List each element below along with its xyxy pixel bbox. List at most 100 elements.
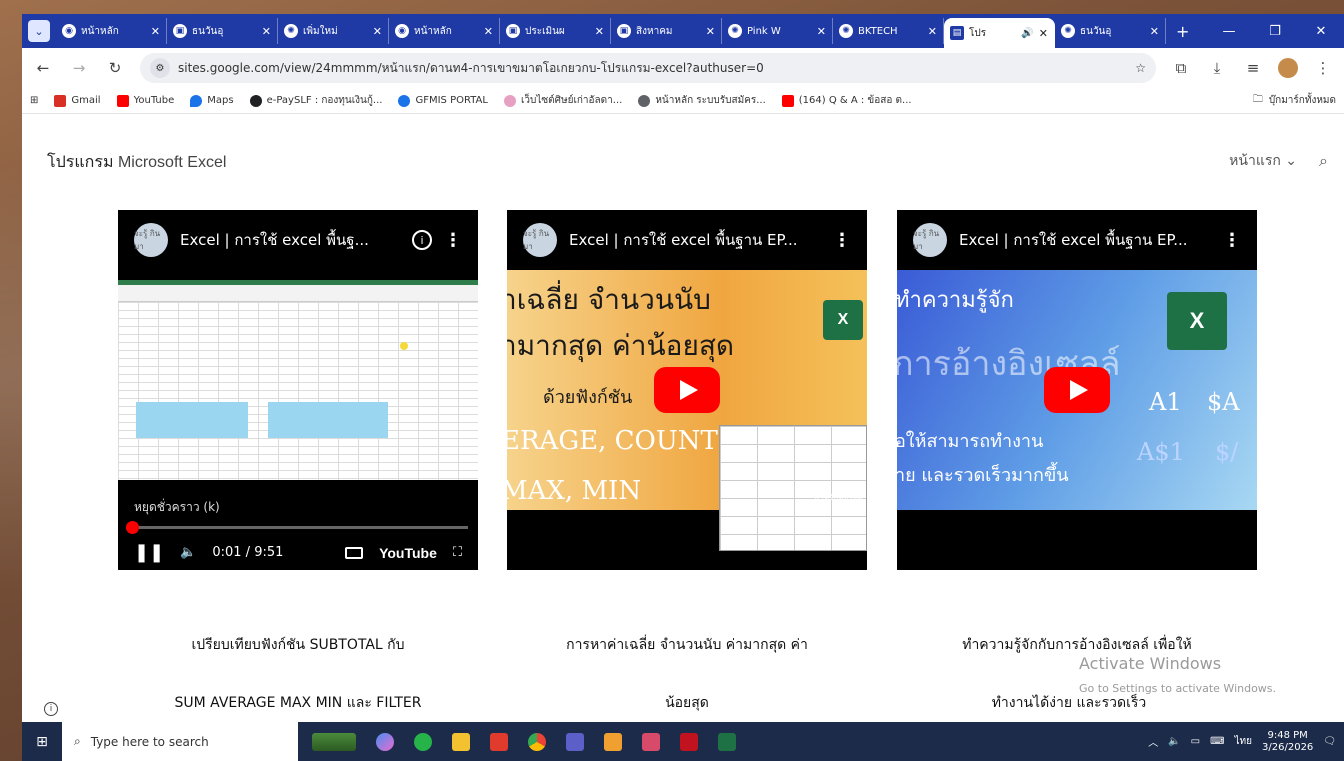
all-bookmarks-folder[interactable]: 🗀 บุ๊กมาร์กทั้งหมด (1253, 92, 1336, 109)
progress-bar[interactable] (128, 526, 468, 529)
url-text[interactable]: sites.google.com/view/24mmmm/หน้าแรก/ดาน… (178, 59, 1127, 78)
search-icon[interactable]: ⌕ (1319, 151, 1328, 171)
chat-icon[interactable] (414, 732, 432, 751)
tab-2[interactable]: ▣ ธนวันอุ ✕ (167, 18, 278, 44)
tab-9-active[interactable]: ▤ โปร 🔊 ✕ (944, 18, 1055, 48)
bookmark-maps[interactable]: Maps (190, 94, 234, 107)
volume-icon[interactable]: 🔈 (1168, 736, 1180, 747)
close-icon[interactable]: ✕ (484, 25, 493, 38)
bookmark-registration[interactable]: หน้าหลัก ระบบรับสมัคร... (638, 93, 766, 108)
download-icon[interactable]: ⤓ (1206, 59, 1228, 77)
network-icon[interactable]: ▭ (1191, 736, 1200, 747)
nav-home[interactable]: หน้าแรก ⌄ (1229, 150, 1297, 172)
caption-2-line-2: น้อยสุด (665, 695, 709, 711)
close-icon[interactable]: ✕ (151, 25, 160, 38)
close-icon[interactable]: ✕ (1039, 27, 1048, 40)
tab-1[interactable]: ◉ หน้าหลัก ✕ (56, 18, 167, 44)
bookmark-gfmis[interactable]: GFMIS PORTAL (398, 94, 488, 107)
app-icon[interactable] (642, 732, 660, 751)
app-icon[interactable] (604, 732, 622, 751)
clock[interactable]: 9:48 PM 3/26/2026 (1262, 730, 1313, 754)
taskbar-search[interactable]: ⌕ Type here to search (62, 722, 298, 761)
copilot-icon[interactable] (376, 732, 394, 751)
notification-icon[interactable]: 🗨 (1323, 736, 1336, 747)
video-title[interactable]: Excel | การใช้ excel พื้นฐาน EP... (959, 228, 1211, 252)
globe-icon: ◉ (62, 24, 76, 38)
tab-3[interactable]: ✺ เพิ่มใหม่ ✕ (278, 18, 389, 44)
close-icon[interactable]: ✕ (1150, 25, 1159, 38)
close-icon[interactable]: ✕ (262, 25, 271, 38)
apps-grid-icon[interactable]: ⊞ (30, 95, 38, 106)
tab-label: หน้าหลัก (414, 25, 452, 37)
forward-icon[interactable]: → (68, 59, 90, 77)
bookmark-qa[interactable]: (164) Q & A : ข้อสอ ต... (781, 93, 912, 108)
info-icon[interactable]: i (44, 702, 58, 716)
bookmark-alumni[interactable]: เว็บไซต์ศิษย์เก่าอัลดา... (503, 93, 622, 108)
bookmark-gmail[interactable]: Gmail (54, 94, 101, 107)
close-icon[interactable]: ✕ (595, 25, 604, 38)
thumb-line-8: าย และรวดเร็วมากขึ้น (897, 465, 1069, 486)
captions-icon[interactable] (345, 546, 364, 559)
volume-icon[interactable]: 🔈 (180, 545, 196, 560)
close-icon[interactable]: ✕ (928, 25, 937, 38)
pause-icon[interactable]: ❚❚ (134, 542, 164, 563)
fullscreen-icon[interactable]: ⛶ (453, 545, 462, 560)
play-button[interactable] (654, 367, 720, 413)
input-language[interactable]: ไทย (1235, 734, 1252, 749)
profile-avatar[interactable] (1278, 58, 1298, 78)
more-menu-icon[interactable]: ⋮ (444, 230, 462, 251)
windows-taskbar: ⊞ ⌕ Type here to search ︿ 🔈 ▭ ⌨ ไทย 9:48… (22, 722, 1344, 761)
tab-4[interactable]: ◉ หน้าหลัก ✕ (389, 18, 500, 44)
video-title[interactable]: Excel | การใช้ excel พื้นฐาน EP... (569, 228, 821, 252)
site-info-icon[interactable]: ⚙ (150, 58, 170, 78)
progress-handle[interactable] (126, 521, 139, 534)
excel-icon[interactable] (718, 732, 736, 751)
tab-search-icon[interactable]: ⌄ (28, 20, 50, 42)
more-menu-icon[interactable]: ⋮ (1223, 230, 1241, 251)
tray-chevron-icon[interactable]: ︿ (1148, 734, 1158, 749)
channel-avatar[interactable]: จะรู้ กินมา (134, 223, 168, 257)
bookmark-youtube[interactable]: YouTube (116, 94, 174, 107)
menu-icon[interactable]: ⋮ (1312, 59, 1334, 77)
close-window-icon[interactable]: ✕ (1298, 24, 1344, 39)
tab-8[interactable]: ✺ BKTECH ✕ (833, 18, 944, 44)
speaker-icon[interactable]: 🔊 (1021, 28, 1033, 39)
extensions-icon[interactable]: ⧉ (1170, 59, 1192, 77)
maximize-icon[interactable]: ❐ (1252, 24, 1298, 39)
windows-start-icon[interactable]: ⊞ (22, 734, 62, 750)
video-embed-3[interactable]: จะรู้ กินมา Excel | การใช้ excel พื้นฐาน… (897, 210, 1257, 570)
acrobat-icon[interactable] (490, 732, 508, 751)
bookmark-label: Gmail (71, 95, 101, 106)
video-embed-2[interactable]: จะรู้ กินมา Excel | การใช้ excel พื้นฐาน… (507, 210, 867, 570)
address-bar[interactable]: ⚙ sites.google.com/view/24mmmm/หน้าแรก/ด… (140, 53, 1156, 83)
more-menu-icon[interactable]: ⋮ (833, 230, 851, 251)
video-title[interactable]: Excel | การใช้ excel พื้นฐ... (180, 228, 400, 252)
news-widget-icon[interactable] (312, 732, 356, 751)
tab-6[interactable]: ▣ สิงหาคม ✕ (611, 18, 722, 44)
channel-avatar[interactable]: จะรู้ กินมา (913, 223, 947, 257)
channel-avatar[interactable]: จะรู้ กินมา (523, 223, 557, 257)
site-title[interactable]: โปรแกรม Microsoft Excel (47, 150, 226, 175)
close-icon[interactable]: ✕ (373, 25, 382, 38)
back-icon[interactable]: ← (32, 59, 54, 77)
chrome-icon[interactable] (528, 732, 546, 751)
teams-icon[interactable] (566, 732, 584, 751)
info-icon[interactable]: i (412, 230, 432, 250)
bookmark-epayslf[interactable]: e-PaySLF : กองทุนเงินกู้... (249, 93, 382, 108)
minimize-icon[interactable]: — (1206, 24, 1252, 39)
youtube-logo[interactable]: YouTube (379, 545, 437, 561)
file-explorer-icon[interactable] (452, 732, 470, 751)
tab-5[interactable]: ▣ ประเมินผ ✕ (500, 18, 611, 44)
tab-10[interactable]: ✺ ธนวันอุ ✕ (1055, 18, 1166, 44)
tab-7[interactable]: ✺ Pink W ✕ (722, 18, 833, 44)
reload-icon[interactable]: ↻ (104, 59, 126, 77)
close-icon[interactable]: ✕ (706, 25, 715, 38)
new-tab-button[interactable]: + (1166, 22, 1199, 41)
play-button[interactable] (1044, 367, 1110, 413)
acrobat-reader-icon[interactable] (680, 732, 698, 751)
keyboard-icon[interactable]: ⌨ (1210, 736, 1224, 747)
video-embed-1[interactable]: จะรู้ กินมา Excel | การใช้ excel พื้นฐ..… (118, 210, 478, 570)
close-icon[interactable]: ✕ (817, 25, 826, 38)
reading-list-icon[interactable]: ≡ (1242, 59, 1264, 77)
bookmark-star-icon[interactable]: ☆ (1135, 61, 1146, 75)
